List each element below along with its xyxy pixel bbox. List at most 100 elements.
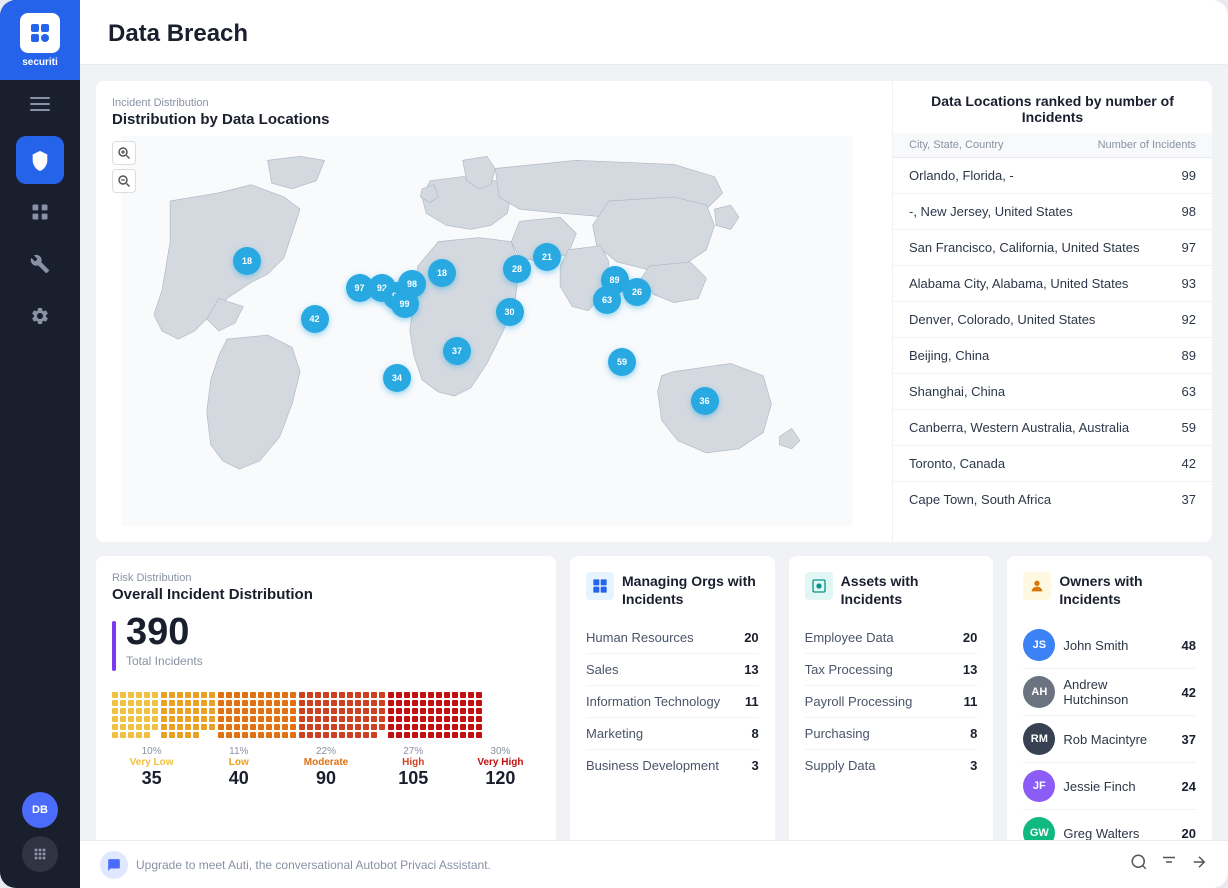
sidebar-logo: securiti — [0, 0, 80, 80]
risk-item-m: 22% Moderate 90 — [286, 746, 365, 789]
map-pin-30[interactable]: 30 — [496, 298, 524, 326]
map-pin-59[interactable]: 59 — [608, 348, 636, 376]
bottom-panels: Risk Distribution Overall Incident Distr… — [96, 556, 1212, 840]
owners-panel: Owners with Incidents JS John Smith 48 A… — [1007, 556, 1212, 840]
total-incidents-label: Total Incidents — [126, 654, 203, 668]
world-map[interactable]: 18 42 97 92 93 98 99 18 28 21 30 37 34 8… — [112, 136, 862, 526]
map-pin-18[interactable]: 18 — [233, 247, 261, 275]
risk-item-vh: 30% Very High 120 — [461, 746, 540, 789]
page-title: Data Breach — [108, 20, 1200, 48]
owner-row-john: JS John Smith 48 — [1023, 622, 1196, 669]
map-pin-28[interactable]: 28 — [503, 255, 531, 283]
bottom-bar: Upgrade to meet Auti, the conversational… — [80, 840, 1228, 888]
bottom-actions — [1130, 853, 1208, 876]
location-row-8: Toronto, Canada 42 — [893, 446, 1212, 482]
dots-vl — [112, 692, 158, 738]
purple-bar-decoration — [112, 621, 116, 671]
assets-title: Assets with Incidents — [841, 572, 978, 608]
sidebar-item-settings[interactable] — [16, 292, 64, 340]
map-pin-99[interactable]: 99 — [391, 290, 419, 318]
avatar-john-smith: JS — [1023, 629, 1055, 661]
org-row-it: Information Technology 11 — [586, 686, 759, 718]
share-button[interactable] — [1190, 853, 1208, 876]
dots-l — [161, 692, 215, 738]
risk-legend: 10% Very Low 35 11% Low 40 22% Moderate — [112, 746, 540, 789]
assets-list: Employee Data 20 Tax Processing 13 Payro… — [805, 622, 978, 781]
filter-button[interactable] — [1160, 853, 1178, 876]
assets-header: Assets with Incidents — [805, 572, 978, 608]
search-button[interactable] — [1130, 853, 1148, 876]
risk-label: Risk Distribution — [112, 572, 540, 584]
map-controls — [112, 141, 136, 193]
map-title: Distribution by Data Locations — [112, 111, 862, 128]
risk-item-l: 11% Low 40 — [199, 746, 278, 789]
asset-row-employee: Employee Data 20 — [805, 622, 978, 654]
owners-title: Owners with Incidents — [1059, 572, 1196, 608]
page-header: Data Breach — [80, 0, 1228, 65]
zoom-in-button[interactable] — [112, 141, 136, 165]
sidebar-item-grid[interactable] — [16, 188, 64, 236]
locations-list[interactable]: Orlando, Florida, - 99 -, New Jersey, Un… — [893, 158, 1212, 517]
org-row-sales: Sales 13 — [586, 654, 759, 686]
owner-row-rob: RM Rob Macintyre 37 — [1023, 716, 1196, 763]
owners-icon — [1023, 572, 1051, 600]
location-row-3: Alabama City, Alabama, United States 93 — [893, 266, 1212, 302]
zoom-out-button[interactable] — [112, 169, 136, 193]
managing-orgs-header: Managing Orgs with Incidents — [586, 572, 759, 608]
map-pin-34[interactable]: 34 — [383, 364, 411, 392]
asset-row-supply: Supply Data 3 — [805, 750, 978, 781]
risk-panel: Risk Distribution Overall Incident Distr… — [96, 556, 556, 840]
location-row-0: Orlando, Florida, - 99 — [893, 158, 1212, 194]
locations-table: Data Locations ranked by number of Incid… — [892, 81, 1212, 542]
location-row-7: Canberra, Western Australia, Australia 5… — [893, 410, 1212, 446]
content-area: Incident Distribution Distribution by Da… — [80, 65, 1228, 840]
dots-m — [218, 692, 296, 738]
col-city-header: City, State, Country — [909, 139, 1004, 151]
org-row-marketing: Marketing 8 — [586, 718, 759, 750]
managing-orgs-panel: Managing Orgs with Incidents Human Resou… — [570, 556, 775, 840]
map-pin-26[interactable]: 26 — [623, 278, 651, 306]
total-row: 390 Total Incidents — [112, 611, 540, 680]
assets-icon — [805, 572, 833, 600]
risk-title: Overall Incident Distribution — [112, 586, 540, 603]
logo-icon — [20, 13, 60, 53]
owner-row-andrew: AH Andrew Hutchinson 42 — [1023, 669, 1196, 716]
dots-vh — [388, 692, 482, 738]
map-pin-36[interactable]: 36 — [691, 387, 719, 415]
map-label: Incident Distribution — [112, 97, 862, 109]
location-row-2: San Francisco, California, United States… — [893, 230, 1212, 266]
asset-row-tax: Tax Processing 13 — [805, 654, 978, 686]
map-pin-21[interactable]: 21 — [533, 243, 561, 271]
menu-toggle-button[interactable] — [0, 80, 80, 128]
sidebar-item-wrench[interactable] — [16, 240, 64, 288]
avatar-greg-walters: GW — [1023, 817, 1055, 840]
location-row-9: Cape Town, South Africa 37 — [893, 482, 1212, 517]
risk-item-h: 27% High 105 — [374, 746, 453, 789]
avatar-jessie-finch: JF — [1023, 770, 1055, 802]
managing-orgs-title: Managing Orgs with Incidents — [622, 572, 759, 608]
owners-list: JS John Smith 48 AH Andrew Hutchinson 42… — [1023, 622, 1196, 840]
org-row-bizdev: Business Development 3 — [586, 750, 759, 781]
asset-row-payroll: Payroll Processing 11 — [805, 686, 978, 718]
org-row-hr: Human Resources 20 — [586, 622, 759, 654]
map-pin-18b[interactable]: 18 — [428, 259, 456, 287]
top-panel: Incident Distribution Distribution by Da… — [96, 81, 1212, 542]
location-row-1: -, New Jersey, United States 98 — [893, 194, 1212, 230]
col-incidents-header: Number of Incidents — [1098, 139, 1196, 151]
orgs-icon — [586, 572, 614, 600]
user-avatar[interactable]: DB — [22, 792, 58, 828]
sidebar-bottom: DB — [22, 792, 58, 888]
chat-bubble-icon — [100, 851, 128, 879]
main-content: Data Breach Incident Distribution Distri… — [80, 0, 1228, 888]
map-pin-42[interactable]: 42 — [301, 305, 329, 333]
map-pin-37[interactable]: 37 — [443, 337, 471, 365]
apps-button[interactable] — [22, 836, 58, 872]
chat-prompt-text: Upgrade to meet Auti, the conversational… — [136, 858, 491, 872]
map-pin-63[interactable]: 63 — [593, 286, 621, 314]
dot-grid-container — [112, 692, 540, 738]
avatar-rob-macintyre: RM — [1023, 723, 1055, 755]
total-incidents: 390 — [126, 611, 203, 654]
sidebar-item-shield[interactable] — [16, 136, 64, 184]
owner-row-jessie: JF Jessie Finch 24 — [1023, 763, 1196, 810]
dots-h — [299, 692, 385, 738]
